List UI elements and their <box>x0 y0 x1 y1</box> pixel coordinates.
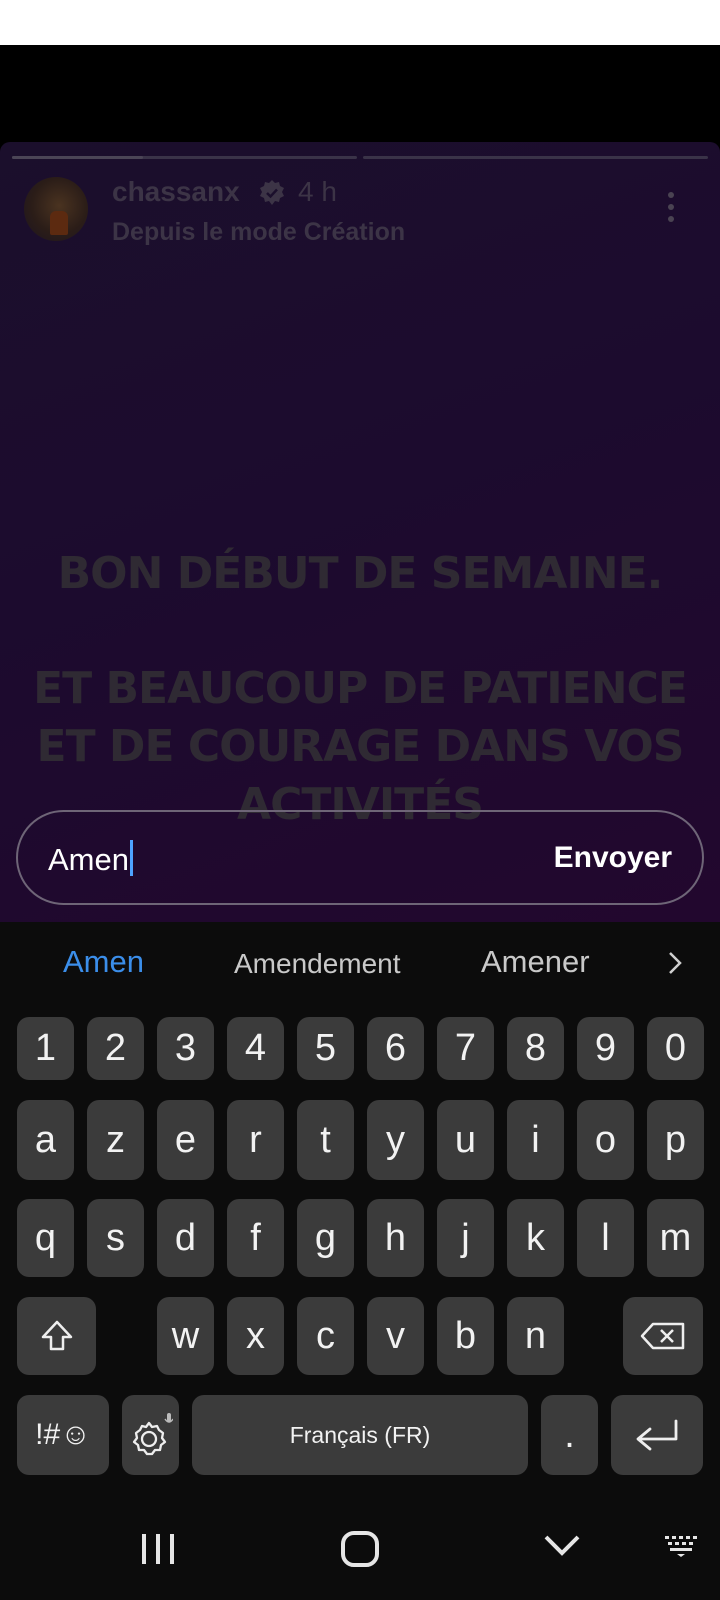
story-time: 4 h <box>298 176 337 207</box>
chevron-down-icon[interactable] <box>543 1532 581 1560</box>
story-progress-bar <box>363 156 708 159</box>
story-text: BON DÉBUT DE SEMAINE. <box>0 545 720 603</box>
key-numbers[interactable]: 9 <box>577 1017 634 1080</box>
key-row2[interactable]: h <box>367 1199 424 1277</box>
story-text: ET BEAUCOUP DE PATIENCE ET DE COURAGE DA… <box>0 660 720 834</box>
key-row3[interactable]: w <box>157 1297 214 1375</box>
key-row1[interactable]: a <box>17 1100 74 1180</box>
send-button[interactable]: Envoyer <box>554 841 672 875</box>
key-row2[interactable]: m <box>647 1199 704 1277</box>
status-bar <box>0 0 720 45</box>
key-row1[interactable]: o <box>577 1100 634 1180</box>
suggestion-item[interactable]: Amendement <box>234 948 401 980</box>
suggestion-item[interactable]: Amen <box>63 944 144 980</box>
key-numbers[interactable]: 3 <box>157 1017 214 1080</box>
key-row1[interactable]: t <box>297 1100 354 1180</box>
home-icon[interactable] <box>340 1530 380 1568</box>
key-numbers[interactable]: 0 <box>647 1017 704 1080</box>
story-progress-bar <box>12 156 357 159</box>
key-numbers[interactable]: 5 <box>297 1017 354 1080</box>
key-numbers[interactable]: 7 <box>437 1017 494 1080</box>
reply-input[interactable]: Amen Envoyer <box>16 810 704 905</box>
avatar[interactable] <box>24 177 88 241</box>
story-username[interactable]: chassanx <box>112 176 240 208</box>
key-row3[interactable]: c <box>297 1297 354 1375</box>
story-text-line: ET BEAUCOUP DE PATIENCE <box>33 663 688 714</box>
key-row1[interactable]: e <box>157 1100 214 1180</box>
story-view[interactable]: chassanx 4 h Depuis le mode Création BON… <box>0 142 720 922</box>
text-caret <box>129 840 133 876</box>
key-numbers[interactable]: 2 <box>87 1017 144 1080</box>
key-row2[interactable]: l <box>577 1199 634 1277</box>
backspace-key[interactable] <box>623 1297 703 1375</box>
reply-input-value: Amen <box>48 842 129 877</box>
key-row2[interactable]: d <box>157 1199 214 1277</box>
key-row3[interactable]: b <box>437 1297 494 1375</box>
key-numbers[interactable]: 8 <box>507 1017 564 1080</box>
key-row3[interactable]: v <box>367 1297 424 1375</box>
key-row1[interactable]: p <box>647 1100 704 1180</box>
shift-key[interactable] <box>17 1297 96 1375</box>
recent-apps-icon[interactable] <box>140 1532 176 1566</box>
key-row1[interactable]: z <box>87 1100 144 1180</box>
space-key[interactable]: Français (FR) <box>192 1395 528 1475</box>
story-text-line: BON DÉBUT DE SEMAINE. <box>57 548 664 599</box>
reply-input-text: Amen <box>48 840 133 878</box>
key-numbers[interactable]: 4 <box>227 1017 284 1080</box>
keyboard-icon[interactable] <box>664 1534 698 1558</box>
key-row1[interactable]: y <box>367 1100 424 1180</box>
settings-key[interactable] <box>122 1395 179 1475</box>
settings-icon <box>132 1413 173 1456</box>
shift-icon <box>41 1320 72 1351</box>
suggestion-item[interactable]: Amener <box>481 944 590 980</box>
key-numbers[interactable]: 6 <box>367 1017 424 1080</box>
period-key[interactable]: . <box>541 1395 598 1475</box>
story-subtitle: Depuis le mode Création <box>112 218 406 246</box>
backspace-icon <box>640 1322 685 1350</box>
keyboard: Amen Amendement Amener 1234567890 azertyu… <box>0 922 720 1492</box>
navigation-bar <box>0 1492 720 1600</box>
story-text-line: ET DE COURAGE DANS VOS <box>36 721 685 772</box>
key-row3[interactable]: n <box>507 1297 564 1375</box>
chevron-right-icon[interactable] <box>662 948 688 978</box>
enter-key[interactable] <box>611 1395 703 1475</box>
more-vertical-icon[interactable] <box>658 190 684 224</box>
symbols-key[interactable]: !#☺ <box>17 1395 109 1475</box>
key-row2[interactable]: g <box>297 1199 354 1277</box>
key-row1[interactable]: i <box>507 1100 564 1180</box>
key-row2[interactable]: s <box>87 1199 144 1277</box>
key-row3[interactable]: x <box>227 1297 284 1375</box>
key-row2[interactable]: f <box>227 1199 284 1277</box>
key-row2[interactable]: k <box>507 1199 564 1277</box>
key-row1[interactable]: r <box>227 1100 284 1180</box>
key-numbers[interactable]: 1 <box>17 1017 74 1080</box>
key-row2[interactable]: j <box>437 1199 494 1277</box>
story-progress-fill <box>12 156 144 159</box>
top-spacer <box>0 45 720 142</box>
verified-badge-icon <box>260 180 284 205</box>
key-row2[interactable]: q <box>17 1199 74 1277</box>
key-row1[interactable]: u <box>437 1100 494 1180</box>
enter-icon <box>636 1419 678 1451</box>
